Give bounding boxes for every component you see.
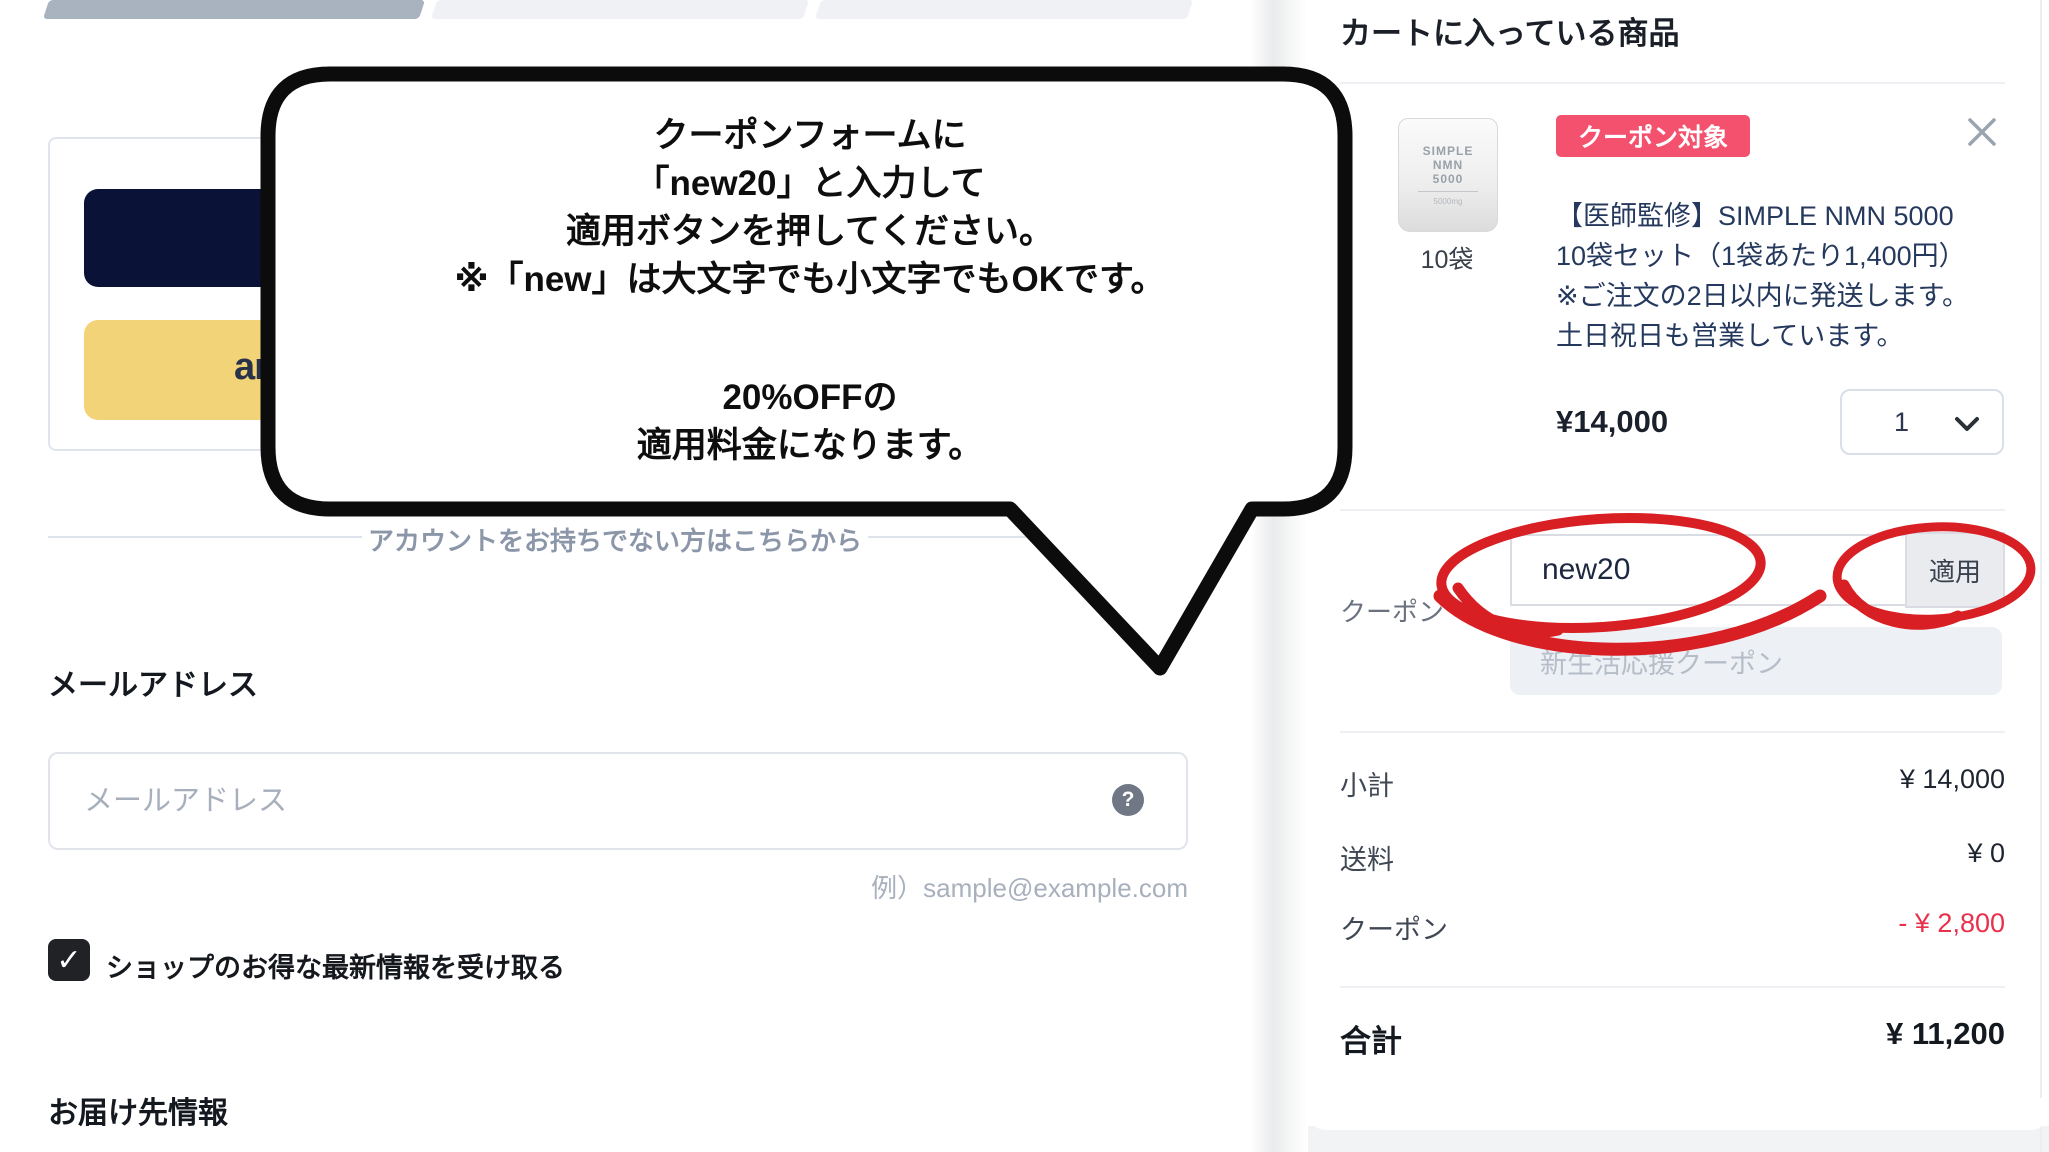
cart-panel-bottom <box>1308 1098 2049 1130</box>
cart-divider-total <box>1340 986 2005 988</box>
product-title-line: 土日祝日も営業しています。 <box>1556 316 2026 356</box>
cart-divider-mid1 <box>1340 509 2005 511</box>
instruction-text: クーポンフォームに 「new20」と入力して 適用ボタンを押してください。 ※「… <box>280 112 1340 470</box>
coupon-code-input[interactable] <box>1510 534 1905 606</box>
package-divider <box>1418 191 1478 192</box>
email-example-text: 例）sample@example.com <box>700 868 1188 905</box>
email-field[interactable] <box>48 752 1188 850</box>
checkmark-icon: ✓ <box>56 943 81 978</box>
quantity-value: 1 <box>1894 407 1909 438</box>
instruction-line: ※「new」は大文字でも小文字でもOKです。 <box>280 256 1340 304</box>
newsletter-checkbox[interactable]: ✓ <box>48 939 90 981</box>
shipping-heading: お届け先情報 <box>48 1088 228 1132</box>
remove-item-icon[interactable] <box>1960 110 2004 154</box>
email-heading: メールアドレス <box>48 660 258 704</box>
product-image-caption: 10袋 <box>1393 240 1501 276</box>
step-tab-3[interactable] <box>815 0 1193 19</box>
coupon-apply-button[interactable]: 適用 <box>1905 532 2005 608</box>
cart-divider-top <box>1340 82 2005 84</box>
total-label: 合計 <box>1340 1016 1402 1061</box>
coupon-eligible-badge: クーポン対象 <box>1556 115 1750 157</box>
cart-heading: カートに入っている商品 <box>1340 8 1679 53</box>
coupon-secondary-input[interactable]: 新生活応援クーポン <box>1510 627 2002 695</box>
instruction-line: クーポンフォームに <box>280 112 1340 160</box>
product-image: SIMPLE NMN 5000 5000mg <box>1398 118 1498 232</box>
instruction-line: 20%OFFの <box>280 374 1340 422</box>
chevron-down-icon <box>1954 416 1980 432</box>
quantity-select[interactable]: 1 <box>1840 389 2004 455</box>
shipping-fee-label: 送料 <box>1340 838 1394 877</box>
checkout-page: amazon pay アカウントをお持ちでない方はこちらから メールアドレス ?… <box>0 0 2049 1152</box>
coupon-discount-label: クーポン <box>1340 908 1448 947</box>
coupon-discount-value: - ¥ 2,800 <box>1640 908 2005 939</box>
package-subtext: 5000mg <box>1434 197 1463 206</box>
instruction-gap <box>280 304 1340 374</box>
package-text: 5000 <box>1433 172 1464 186</box>
product-title: 【医師監修】SIMPLE NMN 5000 10袋セット（1袋あたり1,400円… <box>1556 196 2026 356</box>
subtotal-label: 小計 <box>1340 764 1394 803</box>
item-price: ¥14,000 <box>1556 404 1668 440</box>
cart-divider-mid2 <box>1340 731 2005 733</box>
step-tab-2[interactable] <box>431 0 809 19</box>
total-value: ¥ 11,200 <box>1640 1016 2005 1052</box>
instruction-line: 適用ボタンを押してください。 <box>280 208 1340 256</box>
email-help-icon[interactable]: ? <box>1112 784 1144 816</box>
product-title-line: ※ご注文の2日以内に発送します。 <box>1556 276 2026 316</box>
instruction-line: 「new20」と入力して <box>280 160 1340 208</box>
newsletter-label: ショップのお得な最新情報を受け取る <box>106 946 565 985</box>
step-tab-1[interactable] <box>43 0 425 19</box>
shipping-fee-value: ¥ 0 <box>1640 838 2005 869</box>
subtotal-value: ¥ 14,000 <box>1640 764 2005 795</box>
window-right-edge <box>2040 0 2042 1152</box>
instruction-line: 適用料金になります。 <box>280 422 1340 470</box>
product-title-line: 10袋セット（1袋あたり1,400円） <box>1556 236 2026 276</box>
package-text: NMN <box>1433 158 1463 172</box>
product-title-line: 【医師監修】SIMPLE NMN 5000 <box>1556 196 2026 236</box>
package-text: SIMPLE <box>1423 144 1474 158</box>
